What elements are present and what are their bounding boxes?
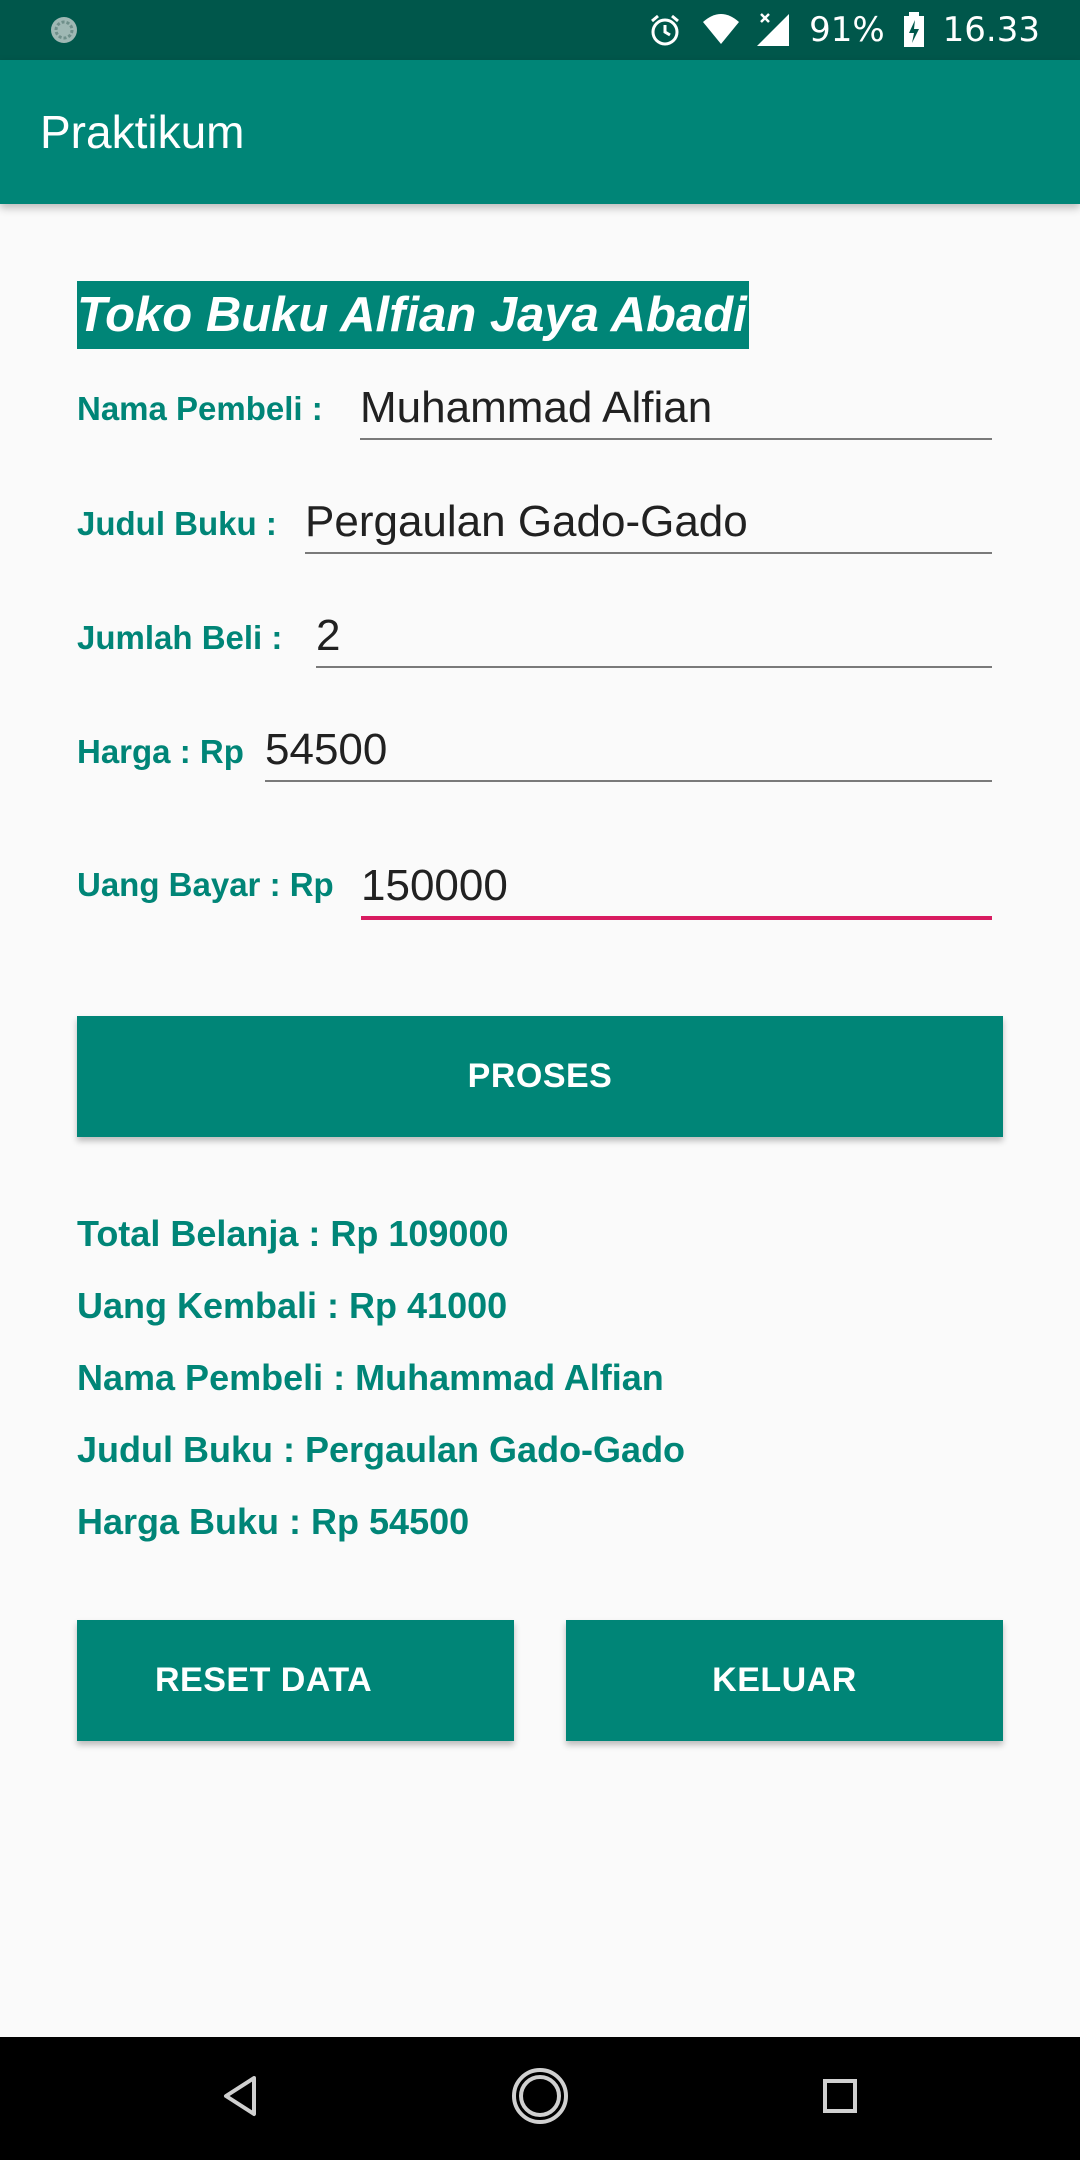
alarm-icon — [647, 12, 683, 48]
result-buyer-name-text: Nama Pembeli : Muhammad Alfian — [77, 1357, 664, 1398]
recents-icon — [821, 2077, 859, 2120]
app-notification-icon — [48, 14, 80, 46]
app-title: Praktikum — [40, 106, 245, 158]
price-label: Harga : Rp — [77, 733, 244, 770]
buyer-name-input[interactable] — [360, 378, 992, 440]
book-title-input[interactable] — [305, 492, 992, 554]
exit-button[interactable]: KELUAR — [566, 1620, 1003, 1741]
navigation-bar — [0, 2037, 1080, 2160]
result-book-price-text: Harga Buku : Rp 54500 — [77, 1501, 470, 1542]
payment-label: Uang Bayar : Rp — [77, 866, 334, 903]
quantity-label: Jumlah Beli : — [77, 619, 283, 656]
buyer-name-label: Nama Pembeli : — [77, 390, 323, 427]
change-text: Uang Kembali : Rp 41000 — [77, 1285, 508, 1326]
recents-button[interactable] — [780, 2037, 900, 2160]
clock: 16.33 — [942, 10, 1040, 50]
book-title-label: Judul Buku : — [77, 505, 277, 542]
quantity-input[interactable] — [316, 606, 992, 668]
wifi-icon — [701, 12, 740, 48]
cellular-icon — [755, 12, 791, 48]
app-bar: Praktikum — [0, 60, 1080, 204]
status-icons: 91% 16.33 — [647, 0, 1040, 60]
battery-charging-icon — [903, 12, 925, 48]
back-button[interactable] — [180, 2037, 300, 2160]
battery-percent: 91% — [809, 10, 885, 50]
total-shopping-text: Total Belanja : Rp 109000 — [77, 1213, 509, 1254]
home-button[interactable] — [480, 2037, 600, 2160]
reset-data-button[interactable]: RESET DATA — [77, 1620, 514, 1741]
process-button[interactable]: PROSES — [77, 1016, 1003, 1137]
status-bar: 91% 16.33 — [0, 0, 1080, 60]
home-icon — [510, 2066, 570, 2131]
payment-input[interactable] — [361, 856, 992, 920]
price-input[interactable] — [265, 720, 992, 782]
store-title: Toko Buku Alfian Jaya Abadi — [77, 281, 749, 349]
back-icon — [220, 2074, 260, 2123]
result-book-title-text: Judul Buku : Pergaulan Gado-Gado — [77, 1429, 686, 1470]
